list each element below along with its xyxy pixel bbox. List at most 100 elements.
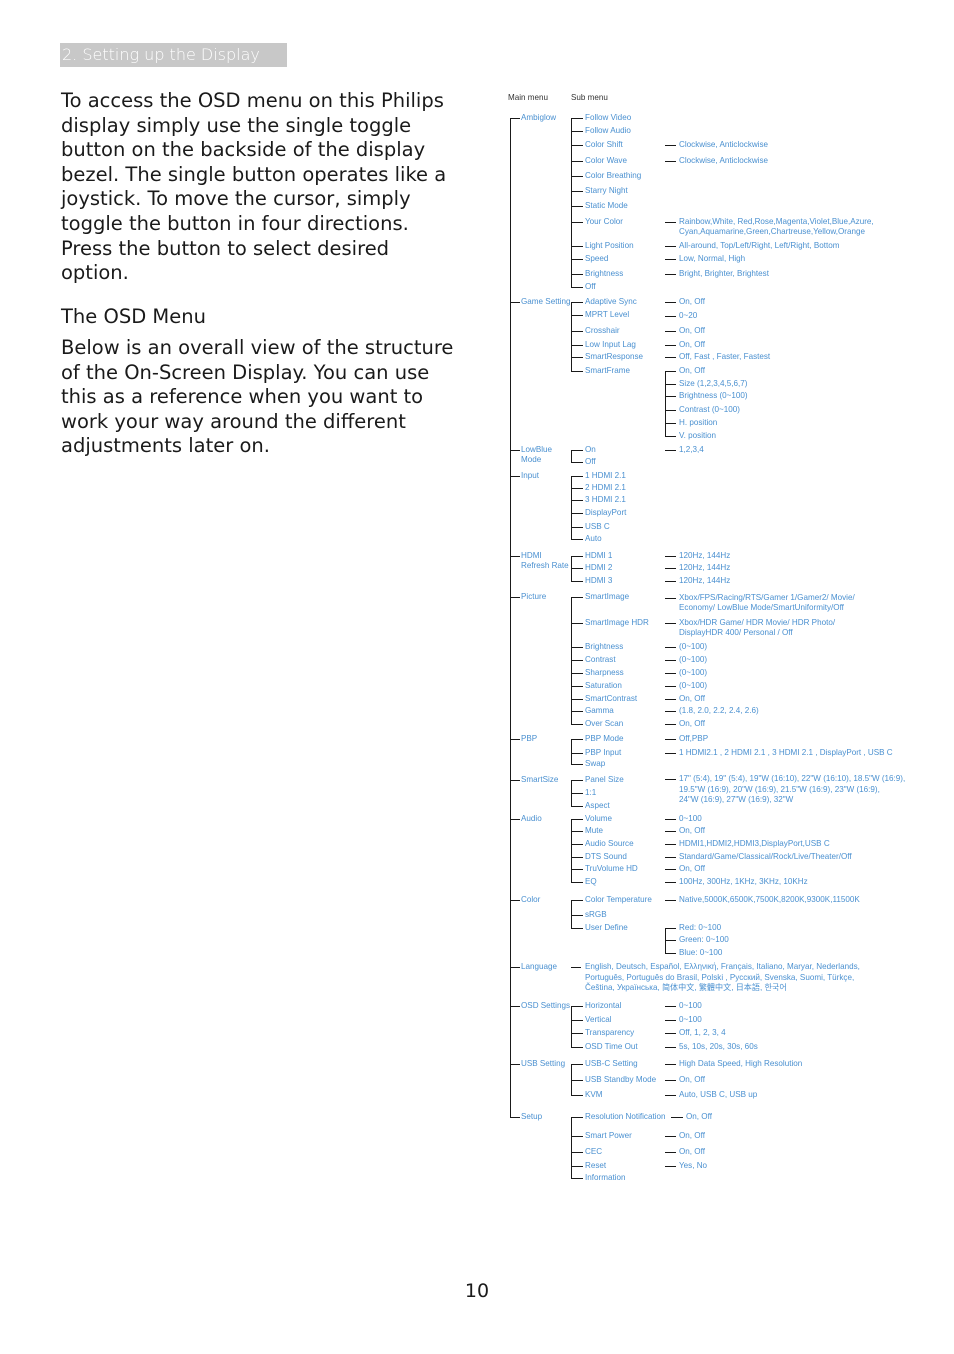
sub-branch-line: [571, 345, 583, 346]
option-branch-line: [665, 1033, 676, 1034]
option-branch-line: [665, 623, 676, 624]
sub-branch-line: [571, 222, 583, 223]
option-branch-line: [665, 246, 676, 247]
option-branch-line: [665, 739, 676, 740]
option-branch-line: [665, 724, 676, 725]
sub-branch-line: [571, 488, 583, 489]
option-branch-line: [665, 819, 676, 820]
sub-menu-item: Volume: [585, 814, 612, 823]
main-menu-item: Picture: [521, 592, 547, 601]
option-values: 120Hz, 144Hz: [679, 551, 731, 560]
sub-menu-item: Resolution Notification: [585, 1112, 666, 1121]
sub-branch-line: [571, 1047, 583, 1048]
sub-trunk-line: [571, 556, 572, 582]
sub-menu-item: Low Input Lag: [585, 340, 636, 349]
sub-menu-item: SmartResponse: [585, 352, 644, 361]
sub-menu-item: Light Position: [585, 241, 634, 250]
sub-branch-line: [571, 831, 583, 832]
sub-branch-line: [571, 597, 583, 598]
sub-branch-line: [571, 1006, 583, 1007]
sub-branch-line: [571, 857, 583, 858]
option-branch-line: [665, 1080, 676, 1081]
sub-menu-item: Follow Video: [585, 113, 632, 122]
option-values: 120Hz, 144Hz: [679, 563, 731, 572]
option-branch-line: [665, 316, 676, 317]
main-branch-line: [510, 739, 520, 740]
sub-menu-item: Crosshair: [585, 326, 620, 335]
sub-menu-item: PBP Input: [585, 748, 622, 757]
sub-branch-line: [571, 539, 583, 540]
option-values: (1.8, 2.0, 2.2, 2.4, 2.6): [679, 706, 759, 715]
sub-branch-line: [571, 556, 583, 557]
sub-trunk-line: [571, 1117, 572, 1179]
main-menu-column-header: Main menu: [508, 93, 549, 102]
sub-menu-item: SmartContrast: [585, 694, 638, 703]
sub-branch-line: [571, 145, 583, 146]
main-branch-line: [510, 1006, 520, 1007]
sub-menu-item: SmartImage: [585, 592, 630, 601]
option-branch-line: [665, 779, 676, 780]
sub-menu-item: Gamma: [585, 706, 614, 715]
sub-menu-item: Starry Night: [585, 186, 628, 195]
sub-menu-item: Aspect: [585, 801, 610, 810]
sub-branch-line: [571, 1095, 583, 1096]
option-values: 5s, 10s, 20s, 30s, 60s: [679, 1042, 758, 1051]
option-values: 17" (5:4), 19" (5:4), 19"W (16:10), 22"W…: [679, 774, 906, 783]
sub-menu-item: Audio Source: [585, 839, 634, 848]
main-branch-line: [510, 556, 520, 557]
option-values: On, Off: [679, 297, 705, 306]
option-values: 1 HDMI2.1 , 2 HDMI 2.1 , 3 HDMI 2.1 , Di…: [679, 748, 893, 757]
sub-menu-item: USB Standby Mode: [585, 1075, 657, 1084]
sub-menu-item: Auto: [585, 534, 602, 543]
sub-branch-line: [571, 806, 583, 807]
sub-menu-item: Speed: [585, 254, 609, 263]
option-branch-line: [665, 1064, 676, 1065]
option-values: Auto, USB C, USB up: [679, 1090, 758, 1099]
sub-menu-item: CEC: [585, 1147, 603, 1156]
option-values: Low, Normal, High: [679, 254, 746, 263]
page-number: 10: [464, 1280, 490, 1302]
sub-trunk-line: [571, 739, 572, 765]
option-branch-line: [665, 357, 676, 358]
option-values: On, Off: [679, 326, 705, 335]
sub-trunk-line: [571, 597, 572, 725]
sub-branch-line: [571, 1080, 583, 1081]
option-branch-line: [665, 686, 676, 687]
option-branch-line: [665, 598, 676, 599]
option-values: Contrast (0~100): [679, 405, 740, 414]
option-values: Native,5000K,6500K,7500K,8200K,9300K,115…: [679, 895, 860, 904]
sub-branch-line: [571, 844, 583, 845]
main-branch-line: [510, 819, 520, 820]
sub-branch-line: [571, 118, 583, 119]
sub-branch-line: [571, 764, 583, 765]
language-list: Čeština, Українська, 简体中文, 繁體中文, 日本語, 한국…: [585, 983, 787, 992]
option-values: 0~100: [679, 1015, 702, 1024]
option-branch-line: [665, 1152, 676, 1153]
sub-menu-item: Color Wave: [585, 156, 627, 165]
option-values: 0~100: [679, 1001, 702, 1010]
sub-menu-item: Brightness: [585, 642, 624, 651]
option-branch-line: [665, 384, 676, 385]
sub-menu-item: TruVolume HD: [585, 864, 638, 873]
sub-branch-line: [571, 793, 583, 794]
sub-branch-line: [571, 131, 583, 132]
sub-branch-line: [571, 476, 583, 477]
option-branch-line: [665, 699, 676, 700]
main-menu-item: Language: [521, 962, 558, 971]
sub-menu-item: Adaptive Sync: [585, 297, 637, 306]
option-branch-line: [665, 647, 676, 648]
option-branch-line: [665, 222, 676, 223]
sub-branch-line: [571, 967, 581, 968]
option-values: All-around, Top/Left/Right, Left/Right, …: [679, 241, 840, 250]
option-branch-line: [665, 940, 676, 941]
option-values: 120Hz, 144Hz: [679, 576, 731, 585]
sub-branch-line: [571, 753, 583, 754]
option-branch-line: [665, 345, 676, 346]
main-menu-item: Color: [521, 895, 541, 904]
sub-branch-line: [571, 450, 583, 451]
option-values: On, Off: [679, 366, 705, 375]
sub-branch-line: [571, 191, 583, 192]
sub-branch-line: [571, 462, 583, 463]
sub-branch-line: [571, 673, 583, 674]
option-branch-line: [665, 1020, 676, 1021]
